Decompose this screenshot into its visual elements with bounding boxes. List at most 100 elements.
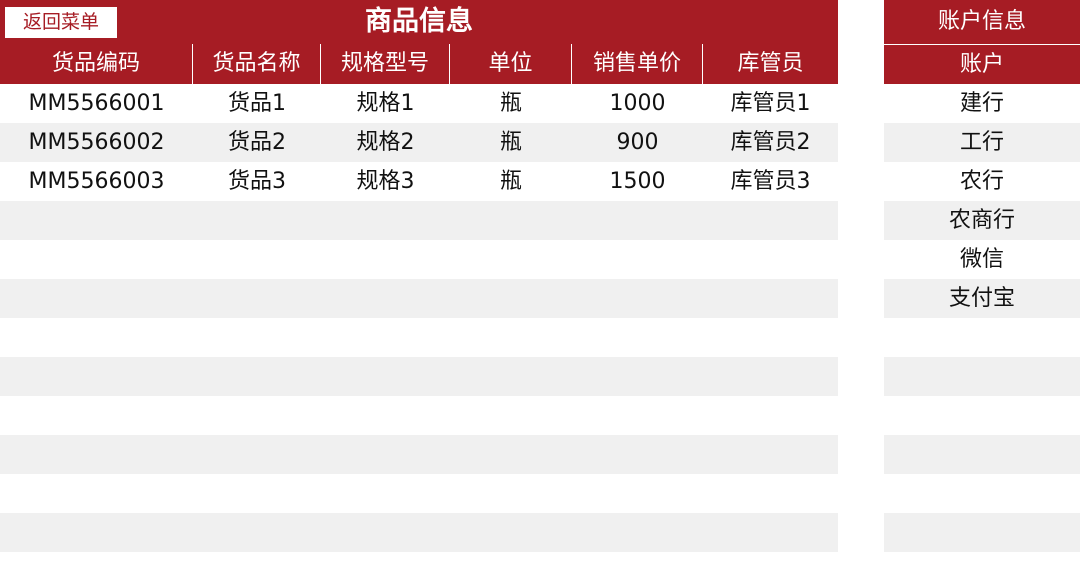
cell-keeper[interactable]: 库管员1 bbox=[703, 84, 838, 123]
cell-price[interactable] bbox=[572, 201, 703, 240]
column-header-price: 销售单价 bbox=[572, 44, 703, 84]
cell-code[interactable] bbox=[0, 357, 193, 396]
cell-name[interactable]: 货品3 bbox=[193, 162, 321, 201]
cell-keeper[interactable] bbox=[703, 513, 838, 552]
cell-account[interactable]: 工行 bbox=[884, 123, 1080, 162]
cell-unit[interactable]: 瓶 bbox=[450, 84, 572, 123]
product-table: MM5566001 货品1 规格1 瓶 1000 库管员1 MM5566002 货品2 规格2 瓶… bbox=[0, 84, 838, 552]
cell-name[interactable] bbox=[193, 240, 321, 279]
cell-keeper[interactable] bbox=[703, 357, 838, 396]
cell-price[interactable] bbox=[572, 240, 703, 279]
column-header-code: 货品编码 bbox=[0, 44, 193, 84]
cell-unit[interactable] bbox=[450, 474, 572, 513]
cell-name[interactable] bbox=[193, 201, 321, 240]
table-row bbox=[0, 396, 838, 435]
cell-keeper[interactable] bbox=[703, 474, 838, 513]
cell-spec[interactable] bbox=[321, 279, 450, 318]
table-row bbox=[0, 279, 838, 318]
account-column-header: 账户 bbox=[884, 44, 1080, 84]
cell-price[interactable] bbox=[572, 513, 703, 552]
cell-price[interactable] bbox=[572, 279, 703, 318]
cell-account[interactable]: 农商行 bbox=[884, 201, 1080, 240]
account-row bbox=[884, 513, 1080, 552]
cell-unit[interactable] bbox=[450, 279, 572, 318]
cell-unit[interactable]: 瓶 bbox=[450, 123, 572, 162]
cell-keeper[interactable] bbox=[703, 240, 838, 279]
cell-spec[interactable] bbox=[321, 201, 450, 240]
cell-code[interactable] bbox=[0, 201, 193, 240]
cell-name[interactable]: 货品1 bbox=[193, 84, 321, 123]
table-row: MM5566002 货品2 规格2 瓶 900 库管员2 bbox=[0, 123, 838, 162]
cell-spec[interactable] bbox=[321, 240, 450, 279]
cell-price[interactable] bbox=[572, 396, 703, 435]
cell-unit[interactable] bbox=[450, 318, 572, 357]
cell-name[interactable] bbox=[193, 513, 321, 552]
cell-unit[interactable] bbox=[450, 201, 572, 240]
cell-spec[interactable]: 规格1 bbox=[321, 84, 450, 123]
cell-spec[interactable] bbox=[321, 357, 450, 396]
cell-name[interactable] bbox=[193, 435, 321, 474]
cell-code[interactable] bbox=[0, 318, 193, 357]
cell-spec[interactable] bbox=[321, 435, 450, 474]
cell-keeper[interactable] bbox=[703, 318, 838, 357]
cell-account[interactable] bbox=[884, 513, 1080, 552]
account-row: 支付宝 bbox=[884, 279, 1080, 318]
cell-code[interactable] bbox=[0, 513, 193, 552]
cell-price[interactable] bbox=[572, 435, 703, 474]
cell-price[interactable]: 1500 bbox=[572, 162, 703, 201]
cell-code[interactable] bbox=[0, 396, 193, 435]
cell-unit[interactable]: 瓶 bbox=[450, 162, 572, 201]
cell-keeper[interactable]: 库管员3 bbox=[703, 162, 838, 201]
cell-keeper[interactable] bbox=[703, 201, 838, 240]
cell-code[interactable]: MM5566003 bbox=[0, 162, 193, 201]
cell-code[interactable] bbox=[0, 240, 193, 279]
cell-unit[interactable] bbox=[450, 396, 572, 435]
account-title: 账户信息 bbox=[884, 0, 1080, 44]
account-row bbox=[884, 396, 1080, 435]
cell-account[interactable] bbox=[884, 396, 1080, 435]
cell-name[interactable] bbox=[193, 357, 321, 396]
cell-account[interactable] bbox=[884, 435, 1080, 474]
cell-code[interactable]: MM5566001 bbox=[0, 84, 193, 123]
table-row bbox=[0, 240, 838, 279]
cell-keeper[interactable] bbox=[703, 279, 838, 318]
cell-unit[interactable] bbox=[450, 240, 572, 279]
cell-spec[interactable] bbox=[321, 396, 450, 435]
cell-name[interactable] bbox=[193, 279, 321, 318]
cell-account[interactable]: 微信 bbox=[884, 240, 1080, 279]
cell-account[interactable]: 建行 bbox=[884, 84, 1080, 123]
cell-code[interactable] bbox=[0, 474, 193, 513]
cell-account[interactable] bbox=[884, 474, 1080, 513]
cell-price[interactable]: 1000 bbox=[572, 84, 703, 123]
cell-account[interactable] bbox=[884, 357, 1080, 396]
cell-unit[interactable] bbox=[450, 435, 572, 474]
cell-account[interactable]: 支付宝 bbox=[884, 279, 1080, 318]
cell-keeper[interactable] bbox=[703, 435, 838, 474]
cell-name[interactable] bbox=[193, 318, 321, 357]
account-row: 工行 bbox=[884, 123, 1080, 162]
cell-code[interactable] bbox=[0, 435, 193, 474]
cell-name[interactable] bbox=[193, 474, 321, 513]
cell-price[interactable] bbox=[572, 474, 703, 513]
cell-keeper[interactable] bbox=[703, 396, 838, 435]
cell-name[interactable]: 货品2 bbox=[193, 123, 321, 162]
cell-account[interactable]: 农行 bbox=[884, 162, 1080, 201]
cell-price[interactable] bbox=[572, 318, 703, 357]
cell-spec[interactable]: 规格2 bbox=[321, 123, 450, 162]
cell-account[interactable] bbox=[884, 318, 1080, 357]
cell-unit[interactable] bbox=[450, 357, 572, 396]
table-row bbox=[0, 318, 838, 357]
back-to-menu-button[interactable]: 返回菜单 bbox=[5, 7, 117, 38]
cell-spec[interactable] bbox=[321, 513, 450, 552]
cell-price[interactable] bbox=[572, 357, 703, 396]
cell-spec[interactable] bbox=[321, 474, 450, 513]
cell-spec[interactable] bbox=[321, 318, 450, 357]
cell-unit[interactable] bbox=[450, 513, 572, 552]
cell-keeper[interactable]: 库管员2 bbox=[703, 123, 838, 162]
cell-code[interactable]: MM5566002 bbox=[0, 123, 193, 162]
cell-price[interactable]: 900 bbox=[572, 123, 703, 162]
cell-code[interactable] bbox=[0, 279, 193, 318]
account-row bbox=[884, 435, 1080, 474]
cell-name[interactable] bbox=[193, 396, 321, 435]
cell-spec[interactable]: 规格3 bbox=[321, 162, 450, 201]
